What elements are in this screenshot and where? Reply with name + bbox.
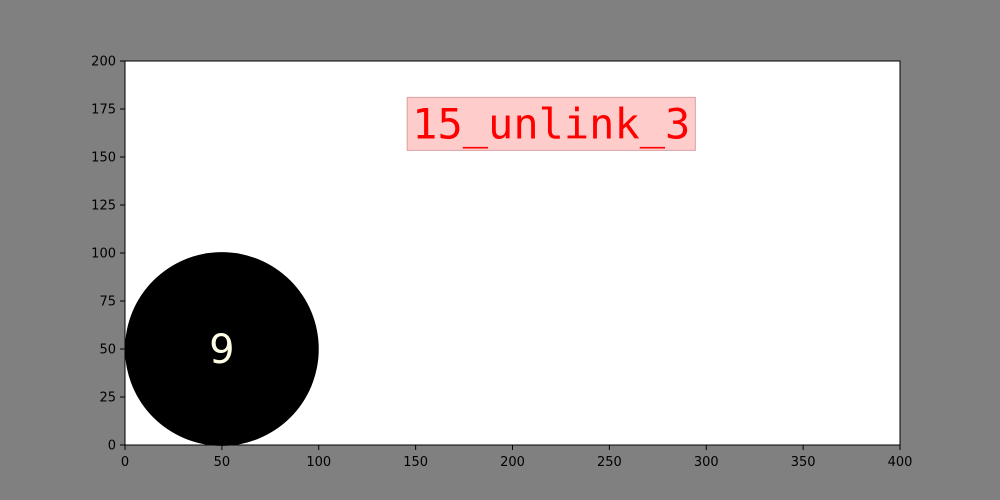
annotation: 15_unlink_3 (406, 96, 696, 151)
annotations-layer: 15_unlink_3 (406, 96, 696, 151)
annotation-text: 15_unlink_3 (412, 99, 690, 148)
x-tick-label: 50 (214, 455, 231, 470)
y-tick-label: 150 (91, 151, 116, 166)
y-tick-label: 75 (99, 295, 116, 310)
x-tick-label: 350 (791, 455, 816, 470)
x-tick-label: 0 (121, 455, 129, 470)
x-tick-label: 150 (403, 455, 428, 470)
y-tick-label: 100 (91, 247, 116, 262)
y-tick-label: 50 (99, 343, 116, 358)
x-tick-label: 400 (888, 455, 913, 470)
nodes-layer: 9 (125, 252, 319, 446)
x-tick-label: 100 (306, 455, 331, 470)
y-tick-label: 25 (99, 391, 116, 406)
figure: 0 50 100 150 200 250 300 350 400 0 25 50 75 100 125 150… (91, 55, 913, 471)
y-tick-label: 0 (108, 439, 116, 454)
x-tick-label: 200 (500, 455, 525, 470)
y-tick-label: 200 (91, 55, 116, 70)
y-tick-label: 175 (91, 103, 116, 118)
x-tick-label: 300 (694, 455, 719, 470)
y-tick-label: 125 (91, 199, 116, 214)
x-tick-label: 250 (597, 455, 622, 470)
node-label: 9 (209, 327, 234, 373)
